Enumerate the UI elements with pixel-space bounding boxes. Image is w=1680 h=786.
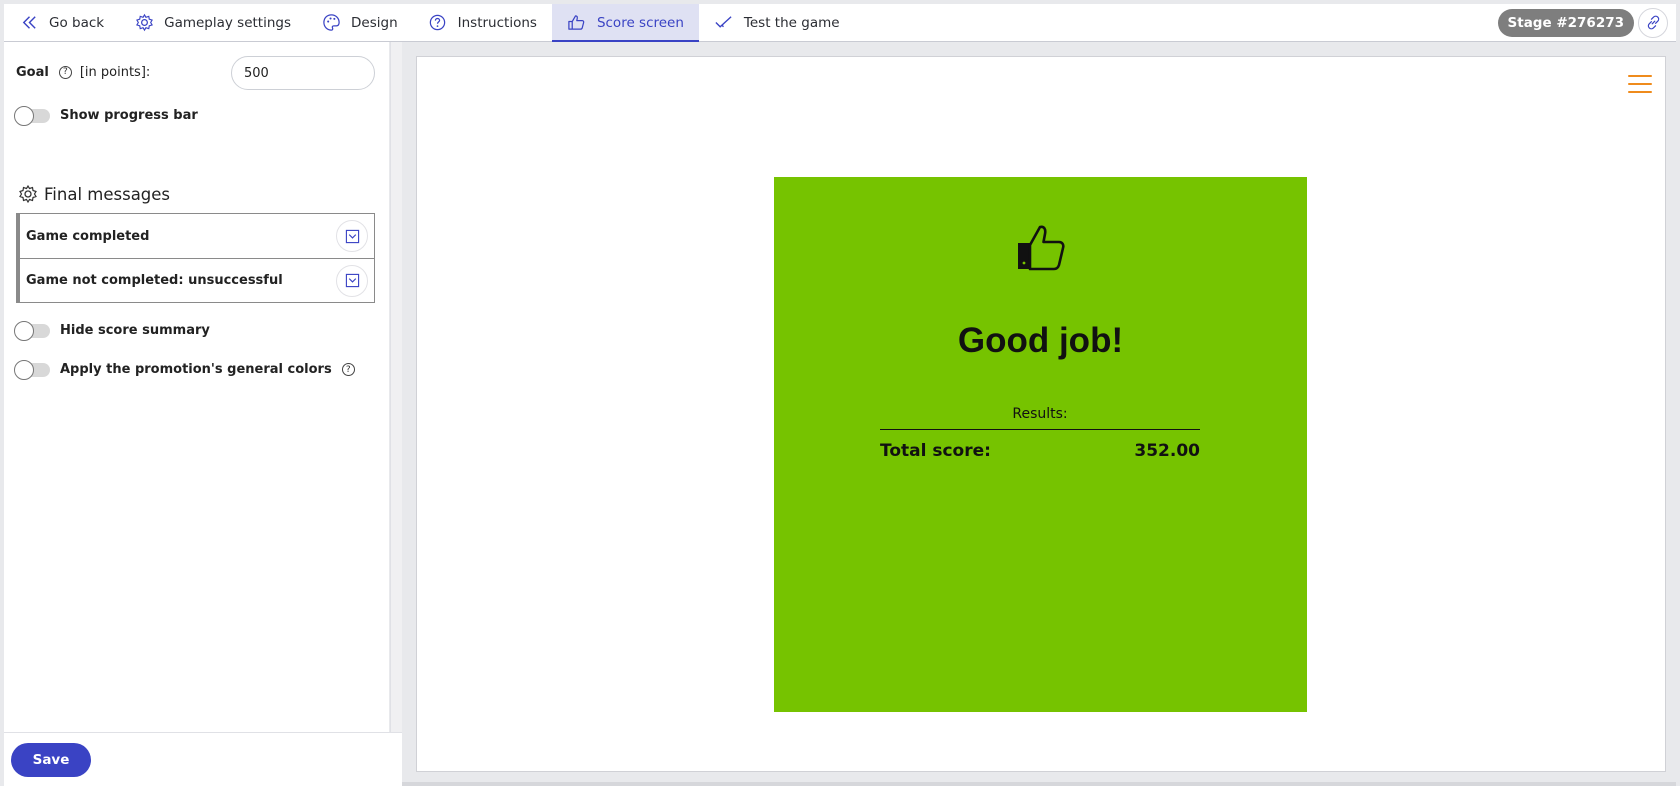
help-circle-icon: [428, 13, 448, 33]
nav-design[interactable]: Design: [306, 4, 413, 42]
nav-score-screen-label: Score screen: [596, 14, 684, 31]
nav-instructions-label: Instructions: [457, 14, 537, 31]
save-button[interactable]: Save: [11, 743, 91, 777]
message-label: Game completed: [26, 228, 150, 244]
hide-score-summary-row: Hide score summary: [14, 320, 210, 341]
preview-area: Good job! Results: Total score: 352.00: [402, 42, 1676, 784]
settings-scroll-area: Goal ? [in points]: Show progress bar Fi…: [4, 42, 391, 732]
hide-score-summary-toggle[interactable]: [14, 320, 50, 341]
preview-bottom-edge: [402, 782, 1676, 786]
nav-gameplay-settings[interactable]: Gameplay settings: [119, 4, 306, 42]
help-icon[interactable]: ?: [341, 363, 355, 376]
results-divider: [880, 429, 1200, 430]
gear-icon: [18, 184, 38, 204]
palette-icon: [321, 13, 341, 33]
apply-colors-row: Apply the promotion's general colors ?: [14, 359, 355, 380]
stage-badge: Stage #276273: [1497, 8, 1634, 37]
link-icon: [1645, 14, 1662, 31]
total-score-row: Total score: 352.00: [880, 441, 1200, 461]
apply-colors-label: Apply the promotion's general colors: [60, 362, 332, 377]
goal-unit-label: [in points]:: [79, 64, 151, 80]
results-label: Results:: [1012, 406, 1068, 422]
nav-go-back[interactable]: Go back: [4, 4, 119, 42]
settings-footer: Save: [4, 732, 402, 786]
gear-icon: [134, 13, 154, 33]
message-row-game-not-completed[interactable]: Game not completed: unsuccessful: [17, 258, 374, 302]
message-label: Game not completed: unsuccessful: [26, 273, 283, 288]
nav-instructions[interactable]: Instructions: [413, 4, 552, 42]
top-navigation: Go back Gameplay settings Design Instruc…: [4, 3, 1676, 43]
thumbs-up-icon: [1014, 221, 1068, 275]
hamburger-menu-icon[interactable]: [1627, 71, 1653, 97]
apply-colors-toggle[interactable]: [14, 359, 50, 380]
final-messages-title: Final messages: [18, 184, 170, 204]
show-progress-bar-row: Show progress bar: [14, 105, 198, 126]
nav-gameplay-settings-label: Gameplay settings: [164, 14, 292, 31]
result-title: Good job!: [957, 321, 1124, 360]
hide-score-summary-label: Hide score summary: [60, 323, 210, 338]
help-icon[interactable]: ?: [58, 65, 72, 79]
menu-line: [1628, 91, 1652, 93]
menu-line: [1628, 83, 1652, 85]
show-progress-bar-toggle[interactable]: [14, 105, 50, 126]
chevrons-left-icon: [19, 13, 39, 33]
expand-message-button[interactable]: [336, 220, 368, 252]
show-progress-bar-label: Show progress bar: [60, 108, 198, 123]
check-icon: [714, 13, 734, 33]
score-screen-preview: Good job! Results: Total score: 352.00: [416, 56, 1666, 772]
goal-label: Goal: [16, 64, 49, 80]
expand-message-button[interactable]: [336, 264, 368, 297]
copy-link-button[interactable]: [1638, 7, 1668, 38]
chevron-down-icon: [345, 273, 360, 288]
total-score-value: 352.00: [1134, 441, 1200, 461]
settings-panel: Goal ? [in points]: Show progress bar Fi…: [4, 42, 402, 786]
nav-test-the-game-label: Test the game: [743, 14, 840, 31]
nav-score-screen[interactable]: Score screen: [551, 3, 699, 43]
score-card: Good job! Results: Total score: 352.00: [774, 177, 1307, 712]
thumbs-up-icon: [567, 13, 587, 33]
settings-scrollbar[interactable]: [391, 42, 402, 732]
menu-line: [1628, 75, 1652, 77]
nav-go-back-label: Go back: [49, 14, 105, 31]
chevron-down-icon: [345, 229, 360, 244]
goal-input[interactable]: [231, 56, 375, 90]
total-score-label: Total score:: [880, 441, 991, 461]
final-messages-list: Game completed Game not completed: unsuc…: [16, 213, 375, 303]
nav-design-label: Design: [351, 14, 398, 31]
app: Go back Gameplay settings Design Instruc…: [0, 0, 1680, 786]
final-messages-label: Final messages: [44, 184, 171, 204]
message-row-game-completed[interactable]: Game completed: [17, 214, 374, 258]
nav-test-the-game[interactable]: Test the game: [699, 4, 855, 42]
